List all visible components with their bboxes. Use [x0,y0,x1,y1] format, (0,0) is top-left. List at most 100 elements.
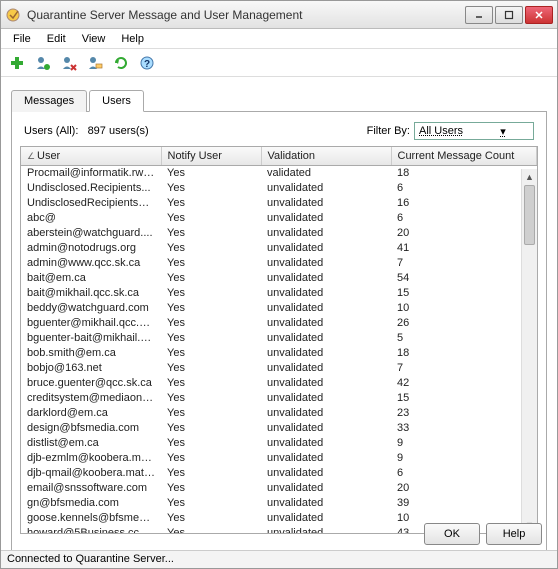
cell-user: bruce.guenter@qcc.sk.ca [21,376,161,391]
cell-notify: Yes [161,181,261,196]
menu-edit[interactable]: Edit [39,31,74,47]
help-icon[interactable]: ? [137,53,157,73]
cell-validation: unvalidated [261,526,391,535]
col-count[interactable]: Current Message Count [391,147,537,166]
table-row[interactable]: admin@notodrugs.orgYesunvalidated41 [21,241,537,256]
scroll-thumb[interactable] [524,185,535,245]
status-text: Connected to Quarantine Server... [7,553,174,565]
table-row[interactable]: darklord@em.caYesunvalidated23 [21,406,537,421]
cell-user: bait@mikhail.qcc.sk.ca [21,286,161,301]
col-validation[interactable]: Validation [261,147,391,166]
cell-notify: Yes [161,421,261,436]
cell-validation: unvalidated [261,451,391,466]
cell-count: 5 [391,331,537,346]
cell-validation: unvalidated [261,286,391,301]
table-row[interactable]: bob.smith@em.caYesunvalidated18 [21,346,537,361]
cell-count: 42 [391,376,537,391]
cell-count: 6 [391,466,537,481]
maximize-button[interactable] [495,6,523,24]
cell-user: beddy@watchguard.com [21,301,161,316]
table-row[interactable]: bguenter-bait@mikhail.qc...Yesunvalidate… [21,331,537,346]
cell-user: abc@ [21,211,161,226]
tab-messages[interactable]: Messages [11,90,87,112]
cell-user: bguenter@mikhail.qcc.sk... [21,316,161,331]
table-row[interactable]: UndisclosedRecipients@...Yesunvalidated1… [21,196,537,211]
table-row[interactable]: bruce.guenter@qcc.sk.caYesunvalidated42 [21,376,537,391]
cell-user: bguenter-bait@mikhail.qc... [21,331,161,346]
menu-help[interactable]: Help [113,31,152,47]
cell-notify: Yes [161,406,261,421]
menu-bar: File Edit View Help [1,29,557,49]
filter-dropdown[interactable]: All Users ▾ [414,122,534,140]
cell-count: 26 [391,316,537,331]
col-user[interactable]: ∠User [21,147,161,166]
cell-notify: Yes [161,226,261,241]
cell-validation: unvalidated [261,406,391,421]
cell-notify: Yes [161,256,261,271]
table-row[interactable]: distlist@em.caYesunvalidated9 [21,436,537,451]
cell-validation: unvalidated [261,511,391,526]
tab-users[interactable]: Users [89,90,144,112]
ok-button[interactable]: OK [424,523,480,545]
toolbar: ? [1,49,557,77]
cell-validation: unvalidated [261,316,391,331]
table-row[interactable]: bait@mikhail.qcc.sk.caYesunvalidated15 [21,286,537,301]
cell-validation: unvalidated [261,226,391,241]
table-row[interactable]: bguenter@mikhail.qcc.sk...Yesunvalidated… [21,316,537,331]
cell-validation: unvalidated [261,331,391,346]
cell-notify: Yes [161,436,261,451]
table-row[interactable]: djb-qmail@koobera.math...Yesunvalidated6 [21,466,537,481]
table-row[interactable]: design@bfsmedia.comYesunvalidated33 [21,421,537,436]
users-panel: Users (All): 897 users(s) Filter By: All… [11,112,547,552]
svg-text:?: ? [144,59,150,70]
refresh-icon[interactable] [111,53,131,73]
table-row[interactable]: email@snssoftware.comYesunvalidated20 [21,481,537,496]
scroll-up-icon[interactable]: ▲ [522,169,537,185]
cell-user: design@bfsmedia.com [21,421,161,436]
cell-user: howard@5Business.cc [21,526,161,535]
table-row[interactable]: beddy@watchguard.comYesunvalidated10 [21,301,537,316]
table-row[interactable]: bait@em.caYesunvalidated54 [21,271,537,286]
vertical-scrollbar[interactable]: ▲ ▼ [521,169,537,533]
table-row[interactable]: djb-ezmlm@koobera.mat...Yesunvalidated9 [21,451,537,466]
user-notify-icon[interactable] [85,53,105,73]
cell-user: admin@notodrugs.org [21,241,161,256]
table-row[interactable]: admin@www.qcc.sk.caYesunvalidated7 [21,256,537,271]
table-row[interactable]: Undisclosed.Recipients...Yesunvalidated6 [21,181,537,196]
table-row[interactable]: bobjo@163.netYesunvalidated7 [21,361,537,376]
cell-validation: unvalidated [261,421,391,436]
table-row[interactable]: creditsystem@mediaone...Yesunvalidated15 [21,391,537,406]
cell-user: djb-qmail@koobera.math... [21,466,161,481]
cell-notify: Yes [161,496,261,511]
minimize-button[interactable] [465,6,493,24]
cell-notify: Yes [161,511,261,526]
menu-view[interactable]: View [74,31,114,47]
cell-count: 39 [391,496,537,511]
cell-notify: Yes [161,346,261,361]
menu-file[interactable]: File [5,31,39,47]
window-controls [463,6,553,24]
help-button[interactable]: Help [486,523,542,545]
table-header-row: ∠User Notify User Validation Current Mes… [21,147,537,166]
cell-count: 6 [391,181,537,196]
status-bar: Connected to Quarantine Server... [1,550,557,568]
cell-count: 6 [391,211,537,226]
users-table-container: ∠User Notify User Validation Current Mes… [20,146,538,534]
add-icon[interactable] [7,53,27,73]
cell-notify: Yes [161,376,261,391]
table-row[interactable]: aberstein@watchguard....Yesunvalidated20 [21,226,537,241]
col-notify[interactable]: Notify User [161,147,261,166]
user-remove-icon[interactable] [59,53,79,73]
cell-user: darklord@em.ca [21,406,161,421]
user-validate-icon[interactable] [33,53,53,73]
cell-validation: unvalidated [261,211,391,226]
cell-validation: unvalidated [261,241,391,256]
table-row[interactable]: gn@bfsmedia.comYesunvalidated39 [21,496,537,511]
cell-user: distlist@em.ca [21,436,161,451]
cell-user: Procmail@informatik.rwt... [21,166,161,181]
cell-notify: Yes [161,301,261,316]
table-row[interactable]: abc@Yesunvalidated6 [21,211,537,226]
close-button[interactable] [525,6,553,24]
cell-user: email@snssoftware.com [21,481,161,496]
table-row[interactable]: Procmail@informatik.rwt...Yesvalidated18 [21,166,537,181]
